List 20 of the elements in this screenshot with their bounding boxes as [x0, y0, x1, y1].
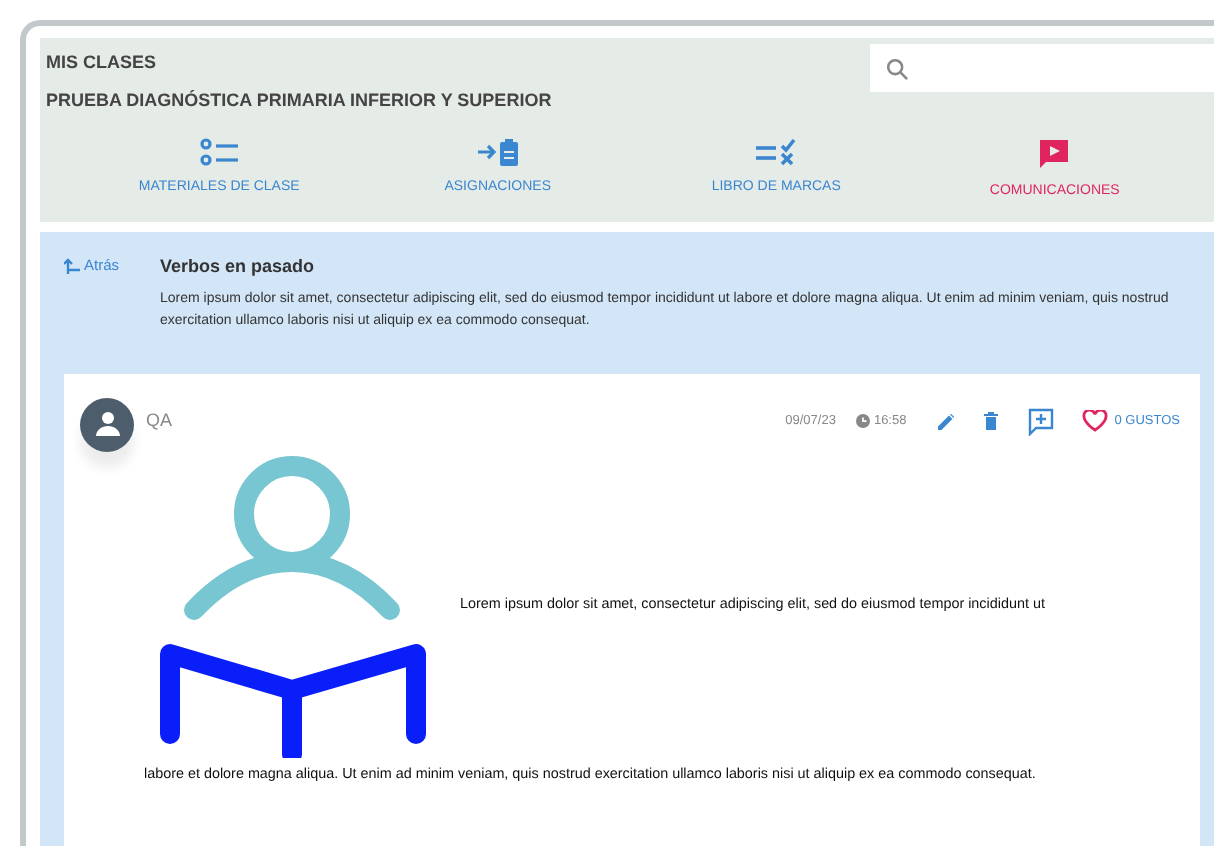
person-icon [93, 410, 121, 438]
video-message-icon [1038, 138, 1071, 170]
breadcrumb[interactable]: MIS CLASES [46, 50, 552, 77]
checklist-icon [754, 138, 799, 166]
return-arrow-icon [64, 258, 80, 274]
add-comment-button[interactable] [1028, 407, 1055, 435]
edit-button[interactable] [938, 413, 955, 429]
heart-icon [1082, 410, 1109, 432]
topic-title: Verbos en pasado [160, 254, 317, 280]
pencil-icon [938, 413, 955, 429]
clipboard-arrow-icon [475, 138, 520, 166]
delete-button[interactable] [984, 412, 999, 430]
comment-plus-icon [1028, 407, 1055, 435]
author-name: QA [146, 407, 173, 434]
search-field[interactable] [870, 44, 1214, 92]
search-icon [886, 57, 908, 79]
list-icon [199, 138, 240, 166]
trash-icon [984, 412, 999, 430]
course-title: PRUEBA DIAGNÓSTICA PRIMARIA INFERIOR Y SUPERIOR [46, 87, 552, 113]
clock-icon [855, 414, 870, 428]
